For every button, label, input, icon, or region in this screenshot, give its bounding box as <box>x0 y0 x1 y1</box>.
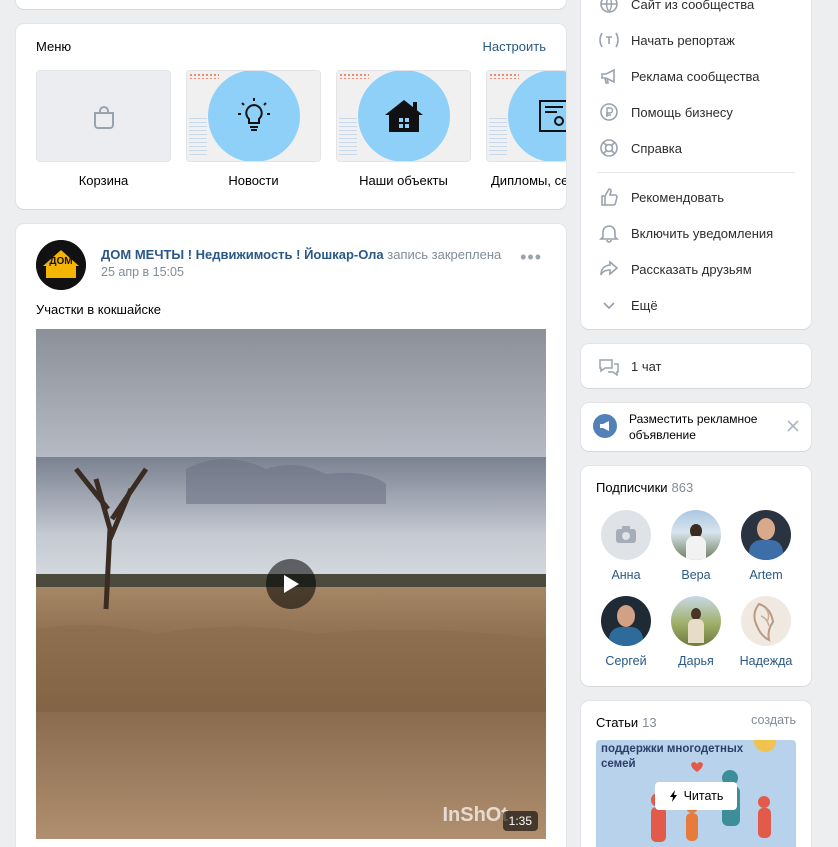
action-site[interactable]: Сайт из сообщества <box>597 0 797 14</box>
action-label: Помощь бизнесу <box>631 104 733 120</box>
articles-count: 13 <box>642 715 657 730</box>
previous-card <box>16 0 566 9</box>
share-icon <box>600 260 619 276</box>
avatar <box>741 510 791 560</box>
subscriber-name: Вера <box>681 568 711 582</box>
subscriber[interactable]: Дарья <box>666 596 726 668</box>
post-video[interactable]: InShOt 1:35 <box>36 329 546 839</box>
pinned-post: ДОМ ДОМ МЕЧТЫ ! Недвижимость ! Йошкар-Ол… <box>16 224 566 847</box>
chat-label: 1 чат <box>631 358 662 374</box>
action-label: Рекомендовать <box>631 189 724 205</box>
community-avatar[interactable]: ДОМ <box>36 240 86 290</box>
action-recommend[interactable]: Рекомендовать <box>597 187 797 207</box>
action-label: Ещё <box>631 297 658 313</box>
close-icon[interactable] <box>787 420 799 432</box>
community-logo: ДОМ <box>36 240 86 290</box>
divider <box>597 172 795 173</box>
ad-banner[interactable]: Разместить рекламное объявление <box>581 403 811 451</box>
lifebuoy-icon <box>600 139 618 157</box>
menu-tile-diplomas[interactable]: Дипломы, се <box>486 70 566 188</box>
play-icon <box>284 575 299 593</box>
action-live[interactable]: Начать репортаж <box>597 30 797 50</box>
video-duration: 1:35 <box>502 811 538 831</box>
action-label: Рассказать друзьям <box>631 261 752 277</box>
action-ads[interactable]: Реклама сообщества <box>597 66 797 86</box>
articles-block: Статьи 13 создать поддержки многодетных с… <box>581 701 811 847</box>
play-button[interactable] <box>266 559 316 609</box>
action-label: Реклама сообщества <box>631 68 760 84</box>
ruble-icon <box>600 103 618 121</box>
globe-icon <box>600 0 618 13</box>
action-label: Сайт из сообщества <box>631 0 755 12</box>
subscriber[interactable]: Вера <box>666 510 726 582</box>
menu-tile-objects[interactable]: Наши объекты <box>336 70 471 188</box>
camera-icon <box>616 526 636 543</box>
shopping-bag-icon <box>94 106 114 129</box>
avatar <box>601 510 651 560</box>
chat-bubbles-icon <box>599 359 619 376</box>
community-logo-text: ДОМ <box>49 256 72 267</box>
subscriber[interactable]: Надежда <box>736 596 796 668</box>
action-share[interactable]: Рассказать друзьям <box>597 259 797 279</box>
subscriber[interactable]: Artem <box>736 510 796 582</box>
thumbs-up-icon <box>601 188 618 206</box>
menu-card: Меню Настроить Корзина Новости Наши объе… <box>16 24 566 209</box>
live-icon <box>599 32 619 48</box>
house-icon <box>385 100 423 132</box>
subscriber[interactable]: Анна <box>596 510 656 582</box>
action-business[interactable]: Помощь бизнесу <box>597 102 797 122</box>
chevron-down-icon <box>603 302 615 310</box>
post-more-button[interactable]: ••• <box>520 248 542 266</box>
subscriber-name: Artem <box>749 568 783 582</box>
ad-label: Разместить рекламное объявление <box>629 412 758 442</box>
menu-tile-label: Новости <box>228 173 279 188</box>
subscribers-count: 863 <box>671 480 694 495</box>
post-date[interactable]: 25 апр в 15:05 <box>101 265 184 279</box>
action-label: Справка <box>631 140 682 156</box>
video-watermark: InShOt <box>442 804 508 826</box>
action-notifications[interactable]: Включить уведомления <box>597 223 797 243</box>
menu-tile-label: Корзина <box>78 173 129 188</box>
megaphone-icon <box>601 68 615 84</box>
action-more[interactable]: Ещё <box>597 295 797 315</box>
subscriber-name: Сергей <box>605 654 647 668</box>
article-cover[interactable]: поддержки многодетных семей Читать <box>596 740 796 847</box>
post-text: Участки в кокшайске <box>36 302 162 317</box>
menu-title: Меню <box>36 39 72 54</box>
lightbulb-icon <box>238 98 270 131</box>
pinned-note: запись закреплена <box>387 247 502 262</box>
post-header: ДОМ МЕЧТЫ ! Недвижимость ! Йошкар-Ола за… <box>101 247 501 262</box>
chat-link[interactable]: 1 чат <box>597 356 797 376</box>
subscribers-title[interactable]: Подписчики 863 <box>596 480 693 495</box>
subscriber-name: Анна <box>611 568 641 582</box>
articles-create-link[interactable]: создать <box>751 713 796 727</box>
bell-icon <box>599 225 619 243</box>
read-label: Читать <box>683 789 724 803</box>
action-label: Включить уведомления <box>631 225 774 241</box>
subscriber-name: Дарья <box>678 654 714 668</box>
certificate-icon <box>539 100 566 132</box>
read-article-button[interactable]: Читать <box>655 782 737 810</box>
avatar <box>671 510 721 560</box>
community-actions: Сайт из сообщества Начать репортаж Рекла… <box>581 0 811 329</box>
action-help[interactable]: Справка <box>597 138 797 158</box>
menu-tile-news[interactable]: Новости <box>186 70 321 188</box>
lightning-icon <box>669 790 677 802</box>
post-author-link[interactable]: ДОМ МЕЧТЫ ! Недвижимость ! Йошкар-Ола <box>101 247 384 262</box>
chat-card[interactable]: 1 чат <box>581 344 811 388</box>
subscriber[interactable]: Сергей <box>596 596 656 668</box>
avatar <box>671 596 721 646</box>
menu-configure-link[interactable]: Настроить <box>482 39 546 54</box>
menu-tile-label: Дипломы, се <box>491 173 566 188</box>
avatar <box>741 596 791 646</box>
subscriber-name: Надежда <box>739 654 793 668</box>
megaphone-icon <box>593 414 617 438</box>
articles-title[interactable]: Статьи 13 <box>596 715 657 730</box>
menu-tile-label: Наши объекты <box>359 173 448 188</box>
action-label: Начать репортаж <box>631 32 735 48</box>
menu-tile-cart[interactable]: Корзина <box>36 70 171 188</box>
avatar <box>601 596 651 646</box>
subscribers-block: Подписчики863 Анна Вера Artem Сергей Да <box>581 466 811 686</box>
